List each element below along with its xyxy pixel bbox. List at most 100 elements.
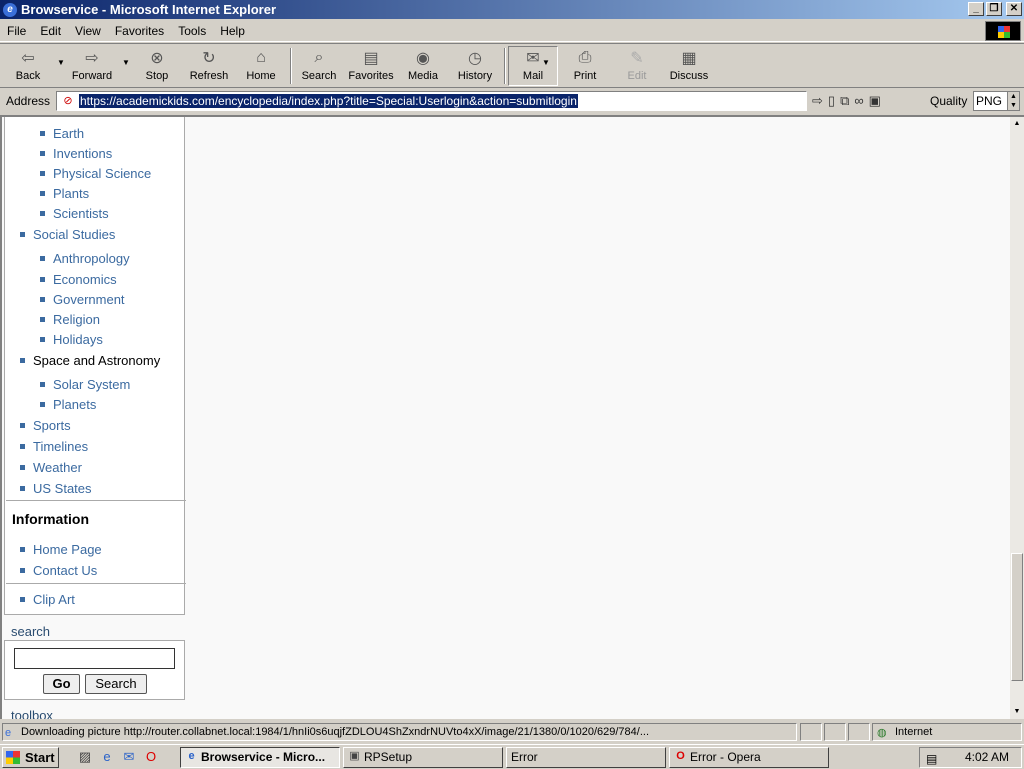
edit-label: Edit — [627, 70, 647, 82]
history-label: History — [457, 70, 493, 82]
task-error[interactable]: Error — [506, 747, 666, 768]
nav-timelines[interactable]: Timelines — [20, 439, 88, 454]
back-label: Back — [15, 70, 41, 82]
address-input[interactable]: ⊘ https://academickids.com/encyclopedia/… — [56, 91, 807, 111]
setup-task-icon: ▣ — [349, 750, 360, 762]
stop-button[interactable]: ⊗ Stop — [142, 48, 172, 86]
go-button[interactable]: Go — [43, 674, 80, 694]
nav-scientists[interactable]: Scientists — [40, 206, 109, 221]
nav-inventions[interactable]: Inventions — [40, 146, 112, 161]
go-arrow-icon[interactable]: ⇨ — [812, 93, 823, 109]
clock[interactable]: 4:02 AM — [965, 748, 1009, 767]
search-button[interactable]: ⌕ Search — [300, 48, 338, 86]
menu-favorites[interactable]: Favorites — [108, 24, 171, 38]
address-bar: Address ⊘ https://academickids.com/encyc… — [0, 89, 1024, 113]
home-label: Home — [246, 70, 276, 82]
standard-toolbar: ⇦ Back ▼ ⇨ Forward ▼ ⊗ Stop ↻ Refresh ⌂ … — [0, 43, 1024, 88]
nav-sports[interactable]: Sports — [20, 418, 71, 433]
title-bar: e Browservice - Microsoft Internet Explo… — [0, 0, 1024, 19]
page-icon: ⊘ — [63, 95, 73, 107]
stop-icon: ⊗ — [150, 50, 164, 67]
windows-flag-icon — [6, 751, 20, 764]
nav-clip-art[interactable]: Clip Art — [20, 592, 75, 607]
nav-physical-science[interactable]: Physical Science — [40, 166, 151, 181]
mail-dropdown-icon[interactable]: ▼ — [542, 58, 550, 67]
mail-icon: ✉ — [526, 50, 540, 67]
nav-religion[interactable]: Religion — [40, 312, 100, 327]
nav-plants[interactable]: Plants — [40, 186, 89, 201]
printer-icon: ⎙ — [578, 49, 592, 66]
opera-quicklaunch-icon[interactable]: O — [143, 749, 159, 765]
task-browservice[interactable]: e Browservice - Micro... — [180, 747, 340, 768]
quality-label: Quality — [930, 94, 968, 108]
menu-file[interactable]: File — [0, 24, 33, 38]
nav-anthropology[interactable]: Anthropology — [40, 251, 130, 266]
ie-logo-icon: e — [3, 2, 17, 17]
refresh-button[interactable]: ↻ Refresh — [188, 48, 230, 86]
favorites-label: Favorites — [348, 70, 394, 82]
ie-quicklaunch-icon[interactable]: e — [99, 749, 115, 765]
nav-home-page[interactable]: Home Page — [20, 542, 102, 557]
nav-social-studies[interactable]: Social Studies — [20, 227, 115, 242]
minimize-button[interactable]: _ — [968, 2, 984, 16]
menu-tools[interactable]: Tools — [171, 24, 213, 38]
media-button[interactable]: ◉ Media — [406, 48, 440, 86]
task-error-opera[interactable]: O Error - Opera — [669, 747, 829, 768]
nav-space-and-astronomy[interactable]: Space and Astronomy — [20, 353, 160, 368]
ie-window: e Browservice - Microsoft Internet Explo… — [0, 0, 1024, 744]
discuss-label: Discuss — [669, 70, 709, 82]
nav-us-states[interactable]: US States — [20, 481, 92, 496]
forward-dropdown-icon[interactable]: ▼ — [122, 58, 130, 67]
forward-arrow-icon: ⇨ — [85, 50, 99, 67]
quality-spinner-icon[interactable]: ▲ ▼ — [1007, 92, 1019, 110]
edit-button[interactable]: ✎ Edit — [624, 48, 650, 86]
home-button[interactable]: ⌂ Home — [245, 48, 277, 86]
bookmark-icon[interactable]: ▯ — [828, 93, 835, 109]
mail-button[interactable]: ✉ Mail — [518, 48, 548, 86]
task-rpsetup[interactable]: ▣ RPSetup — [343, 747, 503, 768]
start-button[interactable]: Start — [2, 747, 59, 768]
address-url[interactable]: https://academickids.com/encyclopedia/in… — [79, 94, 578, 108]
menu-bar: File Edit View Favorites Tools Help — [0, 20, 1024, 42]
scroll-thumb[interactable] — [1011, 553, 1023, 681]
refresh-label: Refresh — [189, 70, 229, 82]
page-fit-icon[interactable]: ⧉ — [840, 93, 849, 109]
vertical-scrollbar[interactable]: ▲ ▼ — [1010, 117, 1024, 719]
show-desktop-icon[interactable]: ▨ — [77, 749, 93, 765]
nav-weather[interactable]: Weather — [20, 460, 82, 475]
nav-government[interactable]: Government — [40, 292, 125, 307]
nav-earth[interactable]: Earth — [40, 126, 84, 141]
scroll-up-icon[interactable]: ▲ — [1010, 117, 1024, 131]
quality-value: PNG — [976, 94, 1003, 108]
menu-edit[interactable]: Edit — [33, 24, 68, 38]
search-input[interactable] — [14, 648, 175, 669]
nav-economics[interactable]: Economics — [40, 272, 117, 287]
mail-label: Mail — [522, 70, 544, 82]
nav-planets[interactable]: Planets — [40, 397, 96, 412]
search-submit-button[interactable]: Search — [85, 674, 147, 694]
history-button[interactable]: ◷ History — [456, 48, 494, 86]
network-icon[interactable]: ▤ — [926, 750, 937, 769]
ie-task-icon: e — [188, 750, 195, 762]
windows-logo-icon — [985, 21, 1021, 41]
menu-view[interactable]: View — [68, 24, 108, 38]
back-button[interactable]: ⇦ Back — [14, 48, 42, 86]
nav-solar-system[interactable]: Solar System — [40, 377, 130, 392]
nav-holidays[interactable]: Holidays — [40, 332, 103, 347]
close-button[interactable]: ✕ — [1006, 2, 1022, 16]
restore-button[interactable]: ❐ — [986, 2, 1002, 16]
print-button[interactable]: ⎙ Print — [570, 48, 600, 86]
status-message: e Downloading picture http://router.coll… — [2, 723, 797, 741]
outlook-quicklaunch-icon[interactable]: ✉ — [121, 749, 137, 765]
discuss-button[interactable]: ▦ Discuss — [669, 48, 709, 86]
favorites-button[interactable]: ▤ Favorites — [346, 48, 396, 86]
taskbar: Start ▨ e ✉ O e Browservice - Micro... ▣… — [0, 744, 1024, 768]
forward-button[interactable]: ⇨ Forward — [72, 48, 112, 86]
nav-contact-us[interactable]: Contact Us — [20, 563, 97, 578]
quality-select[interactable]: PNG ▲ ▼ — [973, 91, 1020, 111]
clipboard-icon[interactable]: ▣ — [869, 93, 881, 109]
back-dropdown-icon[interactable]: ▼ — [57, 58, 65, 67]
scroll-down-icon[interactable]: ▼ — [1010, 705, 1024, 719]
find-binoculars-icon[interactable]: ∞ — [854, 93, 863, 109]
menu-help[interactable]: Help — [213, 24, 252, 38]
